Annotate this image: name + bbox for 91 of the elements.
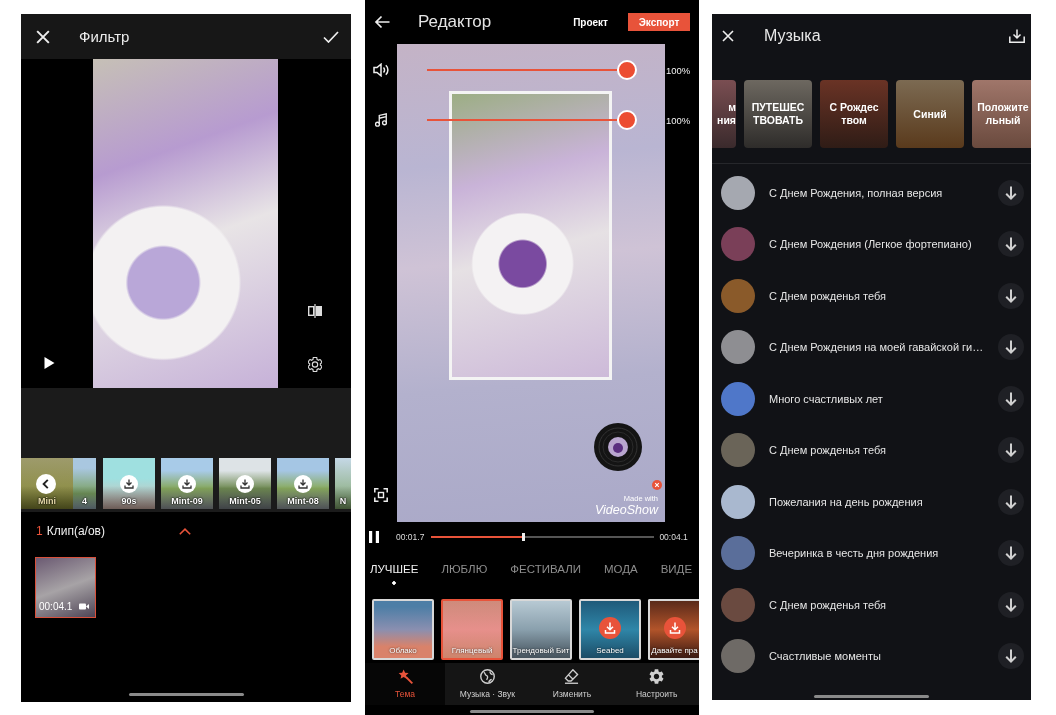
category-tab[interactable]: ВИДЕ xyxy=(660,562,693,586)
category-tab[interactable]: ЛУЧШЕЕ xyxy=(370,562,419,586)
theme-card[interactable]: Давайте пра xyxy=(648,599,699,660)
screen-title: Фильтр xyxy=(79,28,130,45)
avatar xyxy=(721,278,755,313)
project-button[interactable]: Проект xyxy=(573,16,608,28)
current-time: 00:01.7 xyxy=(396,532,425,542)
clip-count: 1 xyxy=(36,524,43,538)
close-icon[interactable] xyxy=(36,29,50,44)
avatar xyxy=(721,330,755,365)
music-note-icon[interactable] xyxy=(373,113,389,127)
category-card[interactable]: м ния xyxy=(712,80,736,148)
speaker-icon[interactable] xyxy=(373,63,389,77)
avatar xyxy=(721,433,755,468)
check-icon[interactable] xyxy=(323,30,339,43)
play-icon[interactable] xyxy=(44,357,55,369)
globe-icon xyxy=(479,669,495,684)
nav-tab[interactable]: Изменить xyxy=(529,663,615,705)
track-title[interactable]: С Днем Рождения, полная версия xyxy=(769,186,992,199)
download-icon[interactable] xyxy=(998,334,1024,361)
watermark-brand: VideoShow xyxy=(595,503,658,517)
theme-card[interactable]: Трендовый Бит xyxy=(510,599,572,660)
download-icon[interactable] xyxy=(1009,29,1025,43)
track-title[interactable]: С Днем рожденья тебя xyxy=(769,444,992,457)
screen-title: Музыка xyxy=(764,27,821,45)
magic-wand-icon xyxy=(397,669,413,684)
track-title[interactable]: Счастливые моменты xyxy=(769,650,992,663)
screen-title: Редактор xyxy=(418,12,492,32)
volume-reading: 100% xyxy=(666,64,691,76)
volume-slider[interactable] xyxy=(427,60,637,80)
download-icon[interactable] xyxy=(998,385,1024,412)
download-icon[interactable] xyxy=(998,643,1024,670)
eraser-icon xyxy=(564,669,580,684)
avatar xyxy=(721,587,755,622)
track-title[interactable]: С Днем рожденья тебя xyxy=(769,598,992,611)
filter-tile[interactable]: 90s xyxy=(103,458,155,509)
category-card[interactable]: Положите льный xyxy=(972,80,1031,148)
chevron-left-icon[interactable] xyxy=(36,474,56,494)
track-title[interactable]: Пожелания на день рождения xyxy=(769,495,992,508)
filter-tile[interactable]: Mint-05 xyxy=(219,458,271,509)
avatar xyxy=(721,484,755,519)
track-title[interactable]: С Днем Рождения на моей гавайской ги… xyxy=(769,341,992,354)
category-tab[interactable]: ФЕСТИВАЛИ xyxy=(510,562,581,586)
avatar xyxy=(721,227,755,262)
category-tab[interactable]: ЛЮБЛЮ xyxy=(441,562,488,586)
track-title[interactable]: С Днем Рождения (Легкое фортепиано) xyxy=(769,238,992,251)
compare-icon[interactable] xyxy=(307,304,322,318)
theme-card[interactable]: Seabed xyxy=(579,599,641,660)
fullscreen-icon[interactable] xyxy=(374,488,388,502)
filter-tile[interactable]: Mint-09 xyxy=(161,458,213,509)
download-icon[interactable] xyxy=(998,540,1024,567)
settings-icon[interactable] xyxy=(307,357,322,372)
category-card[interactable]: Синий xyxy=(896,80,964,148)
download-icon[interactable] xyxy=(998,179,1024,206)
category-tab[interactable]: МОДА xyxy=(603,562,638,586)
avatar xyxy=(721,381,755,416)
avatar xyxy=(721,536,755,571)
filter-tile[interactable]: N xyxy=(335,458,351,509)
export-button[interactable]: Экспорт xyxy=(628,13,690,31)
download-icon[interactable] xyxy=(998,591,1024,618)
close-icon[interactable] xyxy=(722,30,734,42)
download-icon[interactable] xyxy=(998,437,1024,464)
download-icon[interactable] xyxy=(998,231,1024,258)
back-arrow-icon[interactable] xyxy=(374,15,390,29)
track-title[interactable]: Много счастливых лет xyxy=(769,392,992,405)
nav-tab[interactable]: Настроить xyxy=(614,663,699,705)
video-camera-icon xyxy=(79,603,89,610)
vinyl-record-icon xyxy=(594,423,642,471)
filter-tile[interactable]: 4 xyxy=(73,458,96,509)
pause-icon[interactable] xyxy=(369,531,379,543)
settings-icon xyxy=(649,669,665,684)
category-card[interactable]: ПУТЕШЕС ТВОВАТЬ xyxy=(744,80,812,148)
progress-track[interactable] xyxy=(431,533,655,541)
track-title[interactable]: С Днем рожденья тебя xyxy=(769,289,992,302)
download-icon[interactable] xyxy=(998,488,1024,515)
clip-thumbnail[interactable]: 00:04.1 xyxy=(35,557,96,618)
filter-tile[interactable]: Mint-08 xyxy=(277,458,329,509)
track-title[interactable]: Вечеринка в честь дня рождения xyxy=(769,547,992,560)
avatar xyxy=(721,175,755,210)
volume-slider[interactable] xyxy=(427,110,637,130)
volume-reading: 100% xyxy=(666,114,691,126)
chevron-up-icon[interactable] xyxy=(179,527,191,535)
progress-thumb[interactable] xyxy=(521,533,525,541)
download-icon[interactable] xyxy=(998,282,1024,309)
nav-tab[interactable]: Музыка · Звук xyxy=(445,663,530,705)
avatar xyxy=(721,639,755,674)
total-time: 00:04.1 xyxy=(659,532,688,542)
nav-tab[interactable]: Тема xyxy=(365,663,445,705)
clip-count-label: Клип(а/ов) xyxy=(46,524,105,538)
clip-duration: 00:04.1 xyxy=(39,601,73,612)
category-card[interactable]: С Рождес твом xyxy=(820,80,888,148)
